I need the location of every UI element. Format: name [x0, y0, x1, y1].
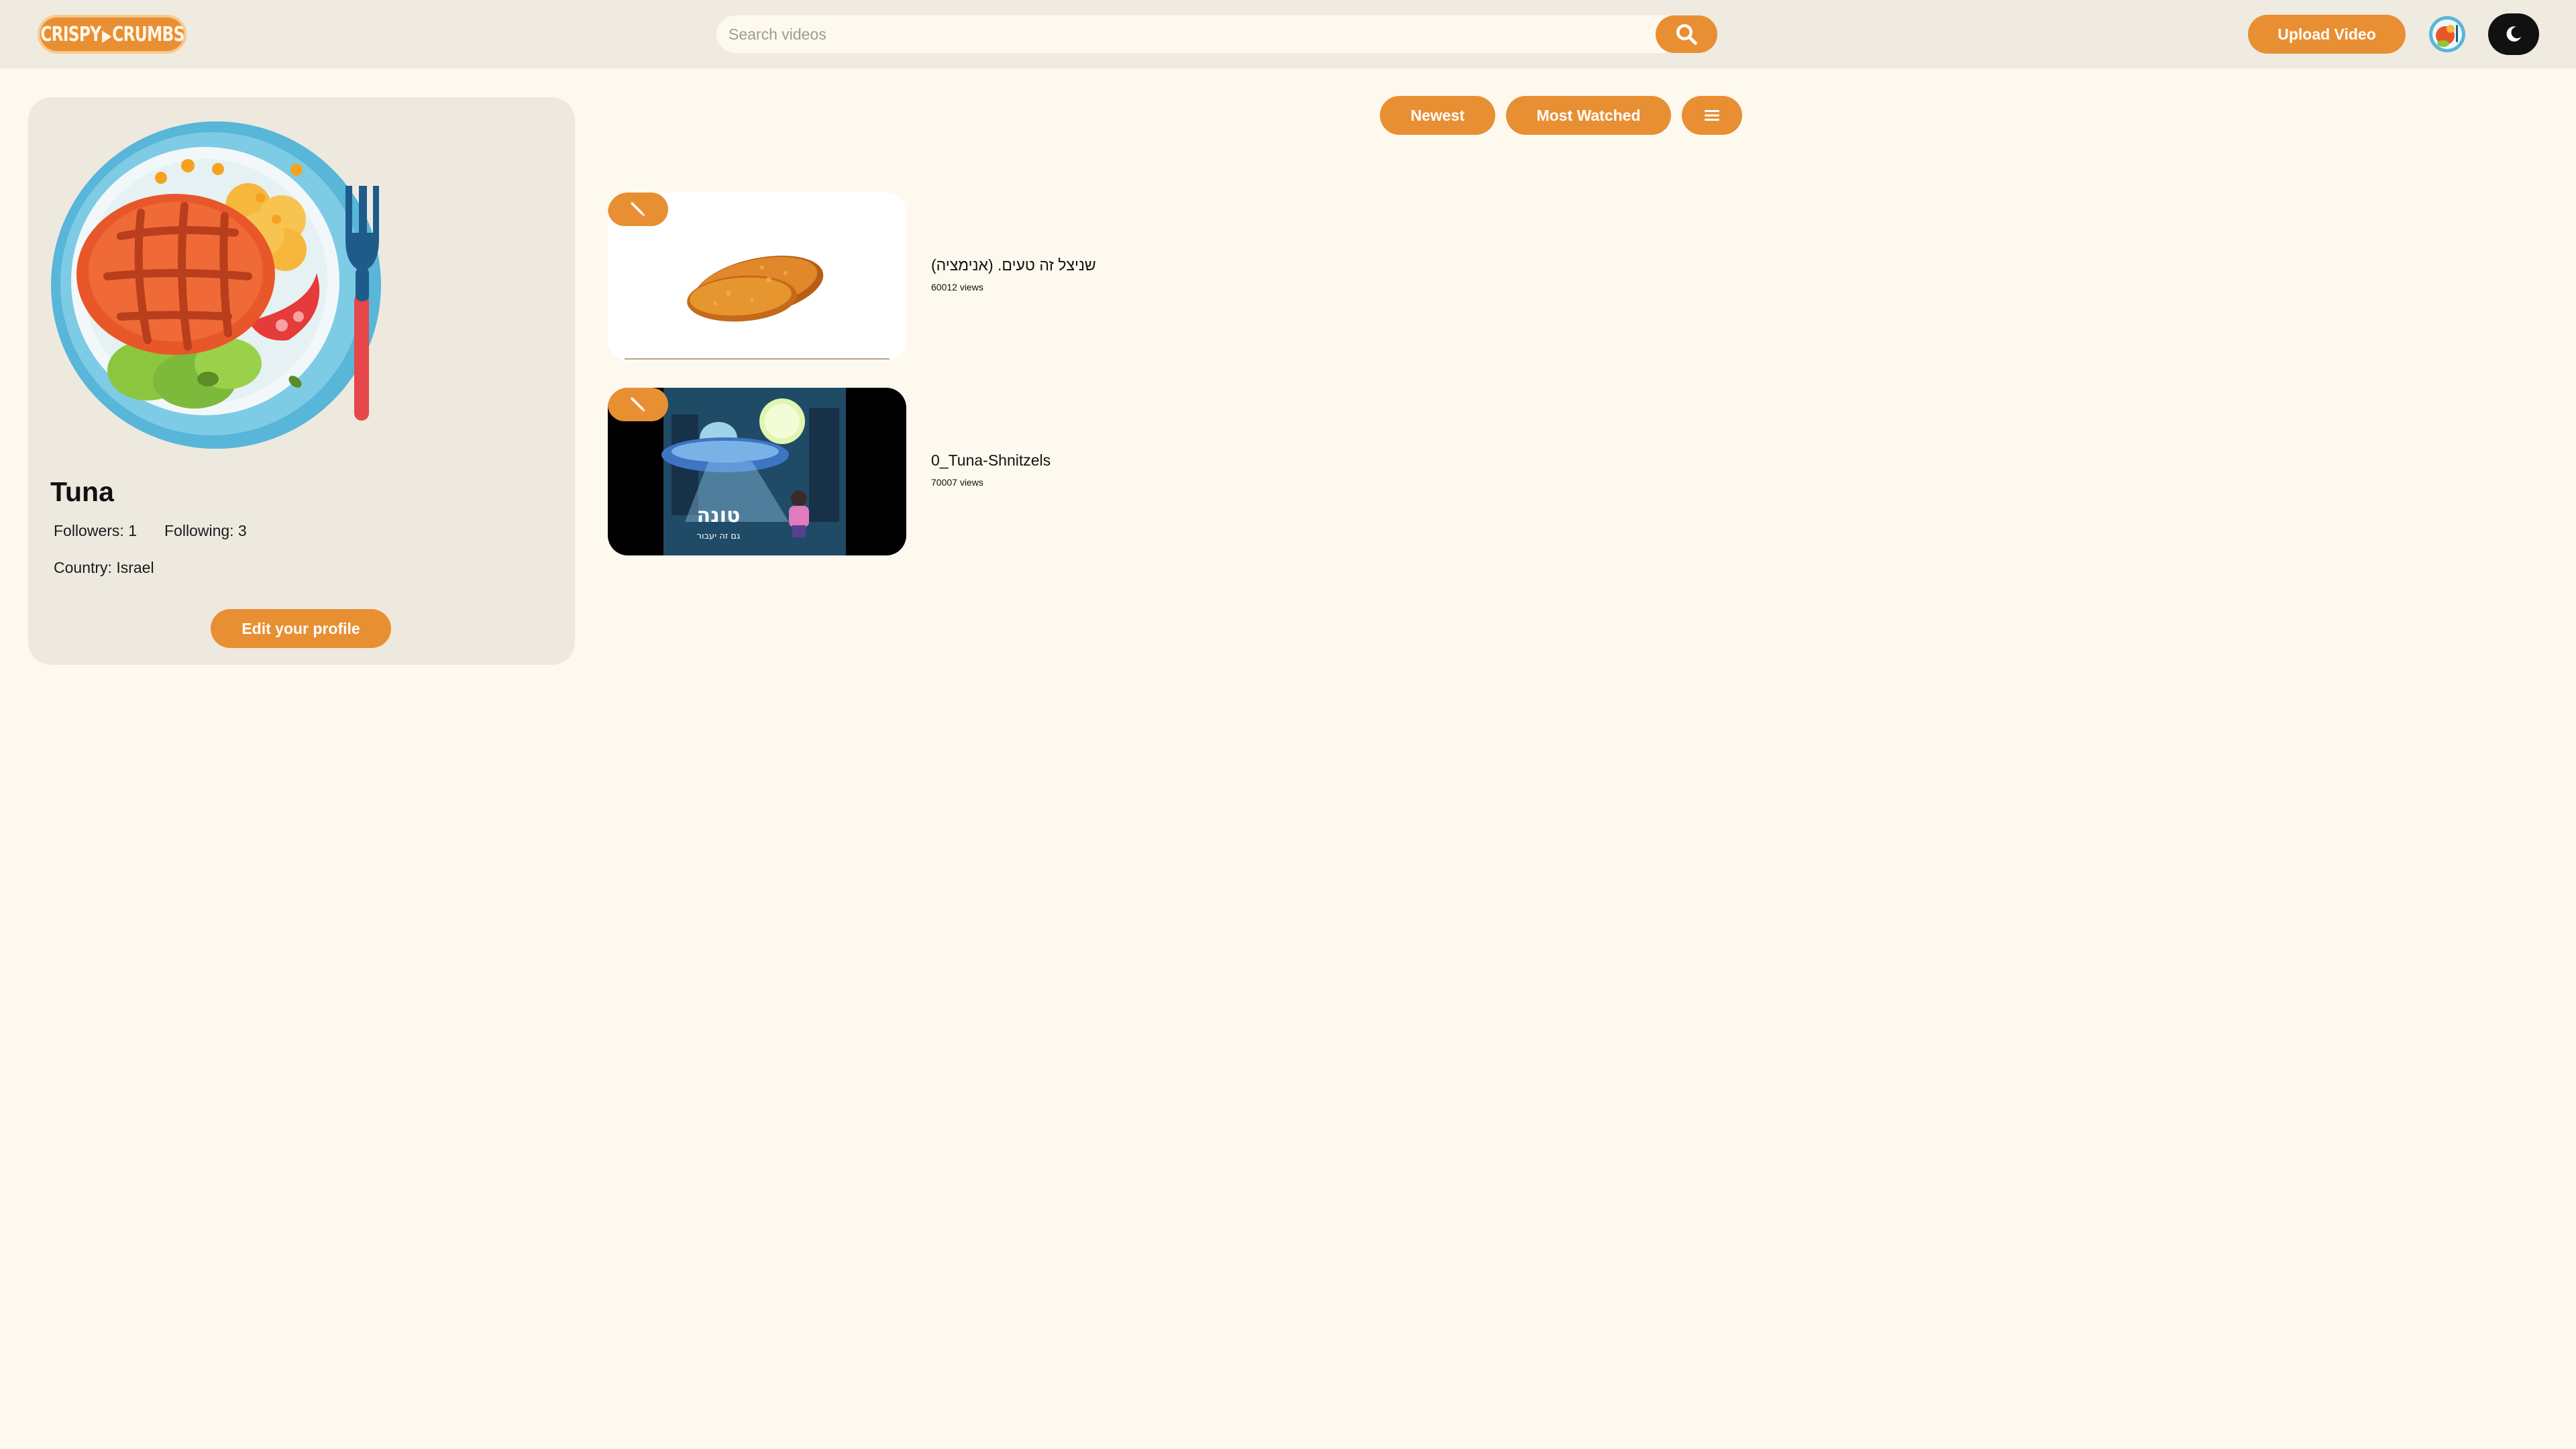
search-icon — [1676, 24, 1697, 45]
pencil-icon — [631, 397, 645, 412]
svg-text:גם זה יעבור: גם זה יעבור — [697, 531, 741, 541]
video-views: 60012 views — [931, 282, 983, 292]
play-icon: ▶ — [101, 25, 111, 45]
theme-toggle-button[interactable] — [2488, 13, 2539, 55]
video-title[interactable]: שניצל זה טעים. (אנימציה) — [931, 256, 1096, 274]
logo-text-right: CRUMBS — [111, 22, 184, 46]
site-logo[interactable]: CRISPY▶CRUMBS — [38, 15, 186, 54]
followers-count[interactable]: Followers: 1 — [54, 522, 137, 540]
edit-profile-button[interactable]: Edit your profile — [211, 609, 391, 648]
menu-icon — [1705, 110, 1719, 121]
profile-country: Country: Israel — [54, 559, 154, 576]
edit-video-button[interactable] — [608, 388, 668, 421]
following-count[interactable]: Following: 3 — [164, 522, 247, 540]
top-bar: CRISPY▶CRUMBS Upload Video — [0, 0, 2576, 68]
svg-text:טונה: טונה — [697, 504, 741, 527]
menu-button[interactable] — [1682, 96, 1742, 135]
profile-name: Tuna — [50, 476, 114, 507]
video-views: 70007 views — [931, 477, 983, 488]
video-thumbnail[interactable]: טונה גם זה יעבור — [608, 388, 906, 555]
upload-video-button[interactable]: Upload Video — [2248, 15, 2406, 54]
profile-card: Tuna Followers: 1 Following: 3 Country: … — [28, 97, 575, 665]
search-input[interactable] — [716, 15, 1682, 53]
user-avatar[interactable] — [2428, 15, 2466, 53]
moon-icon — [2506, 26, 2522, 42]
video-thumbnail[interactable] — [608, 193, 906, 360]
search-button[interactable] — [1656, 15, 1717, 53]
video-card[interactable]: טונה גם זה יעבור — [608, 388, 906, 555]
video-title[interactable]: 0_Tuna-Shnitzels — [931, 451, 1051, 470]
logo-text-left: CRISPY — [40, 22, 101, 46]
video-card[interactable] — [608, 193, 906, 360]
pencil-icon — [631, 202, 645, 217]
profile-picture — [51, 121, 381, 449]
sort-most-watched-button[interactable]: Most Watched — [1506, 96, 1671, 135]
edit-video-button[interactable] — [608, 193, 668, 226]
sort-newest-button[interactable]: Newest — [1380, 96, 1495, 135]
